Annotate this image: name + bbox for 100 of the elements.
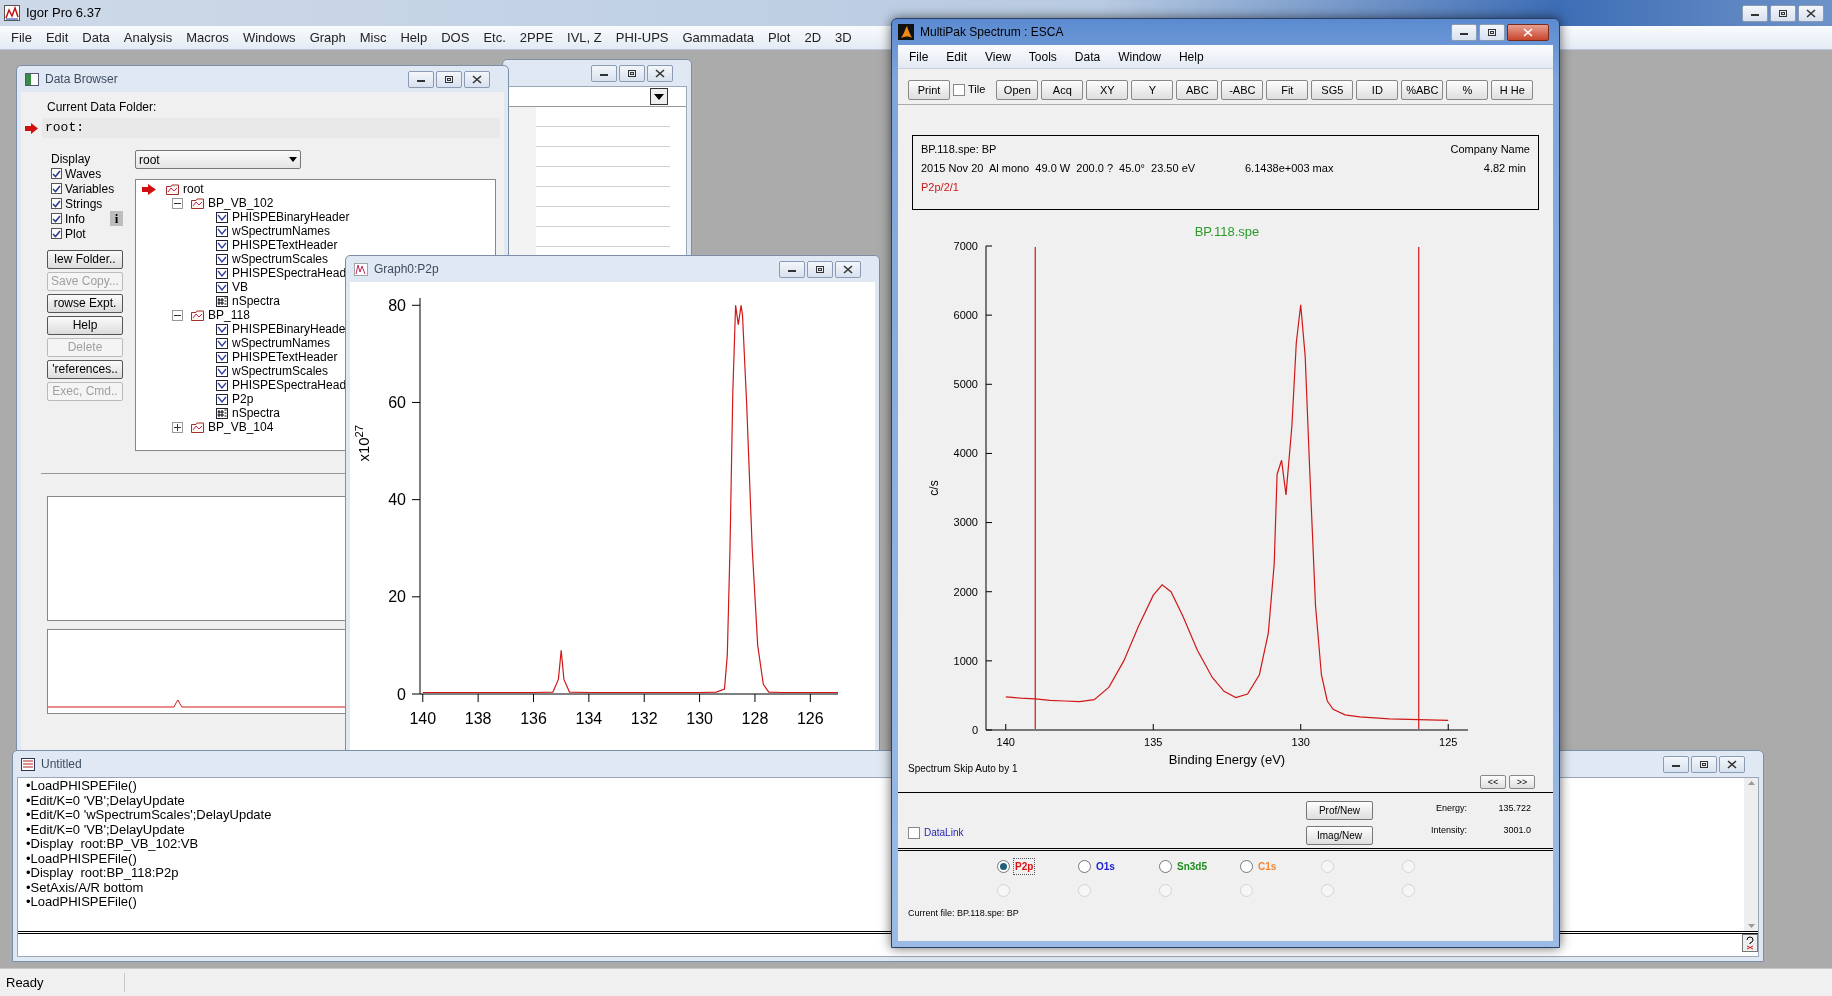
menu-item[interactable]: Windows: [235, 27, 303, 48]
menu-item[interactable]: DOS: [434, 27, 477, 48]
close-button[interactable]: [1719, 755, 1745, 773]
tree-item[interactable]: PHISPETextHeader: [232, 238, 338, 252]
menu-item[interactable]: Gammadata: [675, 27, 762, 48]
menu-item[interactable]: Tools: [1019, 47, 1066, 66]
checkbox[interactable]: [51, 183, 62, 194]
tree-item[interactable]: BP_118: [208, 308, 250, 322]
menu-item[interactable]: IVL, Z: [560, 27, 609, 48]
tree-item[interactable]: BP_VB_102: [208, 196, 274, 210]
menu-item[interactable]: File: [900, 47, 938, 66]
toolbar-button[interactable]: %: [1446, 79, 1489, 100]
maximize-button[interactable]: [1770, 4, 1796, 22]
collapse-toggle[interactable]: [172, 309, 183, 321]
menu-item[interactable]: Etc.: [476, 27, 513, 48]
toolbar-button[interactable]: ABC: [1176, 79, 1219, 100]
tree-item[interactable]: wSpectrumNames: [232, 336, 331, 350]
tree-item[interactable]: wSpectrumScales: [232, 364, 329, 378]
menu-item[interactable]: Analysis: [116, 27, 180, 48]
minimize-button[interactable]: [1742, 4, 1768, 22]
menu-item[interactable]: Edit: [38, 27, 76, 48]
tree-item[interactable]: wSpectrumNames: [232, 224, 331, 238]
tree-item[interactable]: wSpectrumScales: [232, 252, 329, 266]
expand-toggle[interactable]: [172, 421, 183, 433]
menu-item[interactable]: Misc: [352, 27, 394, 48]
toolbar-button[interactable]: Acq: [1041, 79, 1084, 100]
button[interactable]: Help: [47, 316, 123, 335]
toolbar-button[interactable]: SG5: [1311, 79, 1354, 100]
tree-item[interactable]: BP_VB_104: [208, 420, 274, 434]
radio-button[interactable]: [1240, 859, 1253, 873]
minimize-button[interactable]: [1663, 755, 1689, 773]
info-button[interactable]: i: [110, 211, 123, 226]
menu-item[interactable]: PHI-UPS: [608, 27, 676, 48]
menu-item[interactable]: Plot: [761, 27, 798, 48]
menu-item[interactable]: Edit: [937, 47, 977, 66]
minimize-button[interactable]: [1451, 23, 1477, 41]
maximize-button[interactable]: [619, 64, 645, 82]
menu-item[interactable]: Help: [393, 27, 435, 48]
toolbar-button[interactable]: ID: [1356, 79, 1399, 100]
radio-button[interactable]: [1159, 859, 1172, 873]
checkbox[interactable]: [51, 198, 62, 209]
nav-button[interactable]: >>: [1509, 775, 1535, 789]
maximize-button[interactable]: [807, 260, 833, 278]
menu-item[interactable]: View: [976, 47, 1020, 66]
tree-item[interactable]: nSpectra: [232, 294, 281, 308]
tree-item[interactable]: nSpectra: [232, 406, 281, 420]
menu-item[interactable]: Data: [75, 27, 117, 48]
close-button[interactable]: [835, 260, 861, 278]
close-button[interactable]: [1507, 23, 1549, 41]
maximize-button[interactable]: [1479, 23, 1505, 41]
minimize-button[interactable]: [779, 260, 805, 278]
minimize-button[interactable]: [408, 70, 434, 88]
close-button[interactable]: [1798, 4, 1824, 22]
radio-button[interactable]: [997, 859, 1010, 873]
checkbox[interactable]: [51, 228, 62, 239]
close-button[interactable]: [464, 70, 490, 88]
maximize-button[interactable]: [436, 70, 462, 88]
button[interactable]: rowse Expt.: [47, 294, 123, 313]
tree-item[interactable]: P2p: [232, 392, 254, 406]
button[interactable]: 'references..: [47, 360, 123, 379]
menu-item[interactable]: Data: [1065, 47, 1110, 66]
radio-button[interactable]: [1078, 859, 1091, 873]
checkbox[interactable]: [51, 213, 62, 224]
maximize-button[interactable]: [1691, 755, 1717, 773]
collapse-toggle[interactable]: [172, 197, 183, 209]
minimize-button[interactable]: [591, 64, 617, 82]
button[interactable]: Imag/New: [1306, 826, 1373, 845]
menu-item[interactable]: Help: [1169, 47, 1213, 66]
menu-item[interactable]: 2PPE: [512, 27, 561, 48]
menu-item[interactable]: 3D: [828, 27, 859, 48]
close-button[interactable]: [647, 64, 673, 82]
tree-item[interactable]: PHISPESpectraHead: [232, 378, 347, 392]
nav-button[interactable]: <<: [1480, 775, 1506, 789]
tree-item[interactable]: PHISPEBinaryHeader: [232, 210, 350, 224]
tree-item[interactable]: VB: [232, 280, 248, 294]
toolbar-button[interactable]: XY: [1086, 79, 1129, 100]
menu-item[interactable]: Macros: [179, 27, 236, 48]
menu-item[interactable]: Graph: [302, 27, 353, 48]
button[interactable]: lew Folder..: [47, 250, 123, 269]
tree-item[interactable]: root: [183, 182, 204, 196]
checkbox[interactable]: [908, 826, 920, 839]
tree-item[interactable]: PHISPETextHeader: [232, 350, 338, 364]
toolbar-button[interactable]: Print: [908, 79, 950, 100]
tree-item[interactable]: PHISPEBinaryHeade: [232, 322, 346, 336]
toolbar-button[interactable]: Y: [1131, 79, 1174, 100]
menu-item[interactable]: 2D: [797, 27, 829, 48]
button[interactable]: Prof/New: [1306, 801, 1373, 820]
toolbar-button[interactable]: Fit: [1266, 79, 1309, 100]
folder-dropdown[interactable]: root: [135, 150, 301, 169]
checkbox[interactable]: [51, 168, 62, 179]
scrollbar[interactable]: [1744, 778, 1758, 931]
dropdown-button[interactable]: [650, 88, 668, 105]
tree-item[interactable]: PHISPESpectraHead: [232, 266, 347, 280]
checkbox[interactable]: [953, 83, 965, 96]
help-button[interactable]: [1742, 934, 1758, 952]
menu-item[interactable]: Window: [1109, 47, 1170, 66]
menu-item[interactable]: File: [4, 27, 39, 48]
toolbar-button[interactable]: -ABC: [1221, 79, 1264, 100]
toolbar-button[interactable]: Open: [996, 79, 1039, 100]
toolbar-button[interactable]: H He: [1491, 79, 1534, 100]
